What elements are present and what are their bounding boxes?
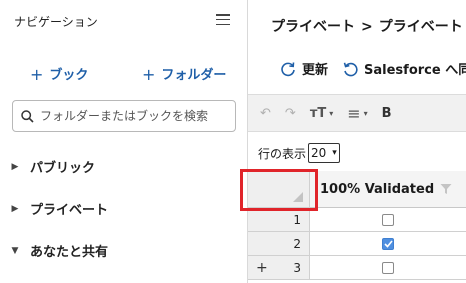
checkmark-icon xyxy=(383,239,393,248)
salesforce-sync-label: Salesforce へ同 xyxy=(364,63,466,78)
checkbox[interactable] xyxy=(382,213,394,226)
tree-item-private[interactable]: ▶ プライベート xyxy=(10,199,108,218)
main-panel: プライベート > プライベート 更新 Salesforce へ同 ↶ ↷ тT ▾ ≡… xyxy=(248,0,466,283)
breadcrumb-separator: > xyxy=(361,19,373,35)
add-folder-label: フォルダー xyxy=(161,68,227,83)
text-size-button[interactable]: тT ▾ xyxy=(310,106,333,121)
add-book-label: ブック xyxy=(49,68,89,83)
breadcrumb-item[interactable]: プライベート xyxy=(379,19,463,35)
undo-icon: ↶ xyxy=(260,105,271,121)
refresh-button[interactable]: 更新 xyxy=(280,59,328,78)
tree-item-label: プライベート xyxy=(30,203,109,218)
chevron-right-icon: ▶ xyxy=(11,161,19,172)
checkbox[interactable] xyxy=(382,261,394,274)
chevron-down-icon: ▾ xyxy=(363,108,368,118)
add-book-button[interactable]: + ブック xyxy=(30,64,89,84)
tree-item-public[interactable]: ▶ パブリック xyxy=(10,157,95,176)
column-header-label: 100% Validated xyxy=(320,181,435,197)
add-folder-button[interactable]: + フォルダー xyxy=(142,64,227,84)
redo-button[interactable]: ↷ xyxy=(285,106,296,121)
checkbox-cell[interactable] xyxy=(310,256,466,280)
chevron-down-icon: ▾ xyxy=(332,148,337,158)
rows-per-page-control: 行の表示 20 ▾ xyxy=(258,143,340,163)
align-icon: ≡ xyxy=(347,103,361,123)
sync-back-icon xyxy=(343,62,358,76)
row-number[interactable]: 2 xyxy=(248,232,310,256)
row-number[interactable]: +3 xyxy=(248,256,310,280)
table-row: +3 xyxy=(248,256,466,280)
rows-label: 行の表示 xyxy=(258,146,307,161)
breadcrumb: プライベート > プライベート xyxy=(271,16,463,36)
checkbox-cell[interactable] xyxy=(310,208,466,232)
tree-item-label: パブリック xyxy=(30,161,96,176)
salesforce-sync-button[interactable]: Salesforce へ同 xyxy=(342,59,466,78)
plus-icon: + xyxy=(142,65,156,84)
redo-icon: ↷ xyxy=(284,105,296,121)
row-number-label: 3 xyxy=(293,261,301,275)
refresh-label: 更新 xyxy=(302,63,329,78)
formatting-toolbar: ↶ ↷ тT ▾ ≡ ▾ B xyxy=(248,94,466,132)
filter-icon[interactable] xyxy=(440,183,452,195)
add-row-icon[interactable]: + xyxy=(256,256,268,280)
action-bar: 更新 Salesforce へ同 xyxy=(280,59,466,78)
search-box[interactable] xyxy=(12,100,236,132)
navigation-sidebar: ナビゲーション + ブック + フォルダー ▶ パブリック ▶ プライベート ▼ あなたと… xyxy=(0,0,248,283)
table-row: 1 xyxy=(248,208,466,232)
breadcrumb-item[interactable]: プライベート xyxy=(271,19,355,35)
search-icon xyxy=(21,109,34,123)
hamburger-menu-icon[interactable] xyxy=(216,14,230,25)
chevron-right-icon: ▶ xyxy=(11,203,19,214)
rows-value: 20 xyxy=(311,146,327,160)
row-number-label: 2 xyxy=(293,237,301,251)
plus-icon: + xyxy=(30,65,44,84)
text-size-icon: тT xyxy=(309,105,327,121)
tree-item-label: あなたと共有 xyxy=(30,245,109,260)
refresh-icon xyxy=(281,61,295,76)
table-row: 2 xyxy=(248,232,466,256)
tree-item-shared-with-you[interactable]: ▼ あなたと共有 xyxy=(10,241,108,260)
row-number-label: 1 xyxy=(293,213,301,227)
row-number[interactable]: 1 xyxy=(248,208,310,232)
bold-button[interactable]: B xyxy=(382,106,392,121)
bold-icon: B xyxy=(381,105,392,121)
sidebar-title: ナビゲーション xyxy=(14,15,98,29)
checkbox-checked[interactable] xyxy=(382,237,394,250)
search-input[interactable] xyxy=(40,109,230,123)
chevron-down-icon: ▾ xyxy=(329,108,334,118)
align-button[interactable]: ≡ ▾ xyxy=(347,104,367,123)
undo-button[interactable]: ↶ xyxy=(260,106,271,121)
chevron-down-icon: ▼ xyxy=(11,245,19,256)
highlight-box xyxy=(240,169,318,211)
column-header[interactable]: 100% Validated xyxy=(310,171,466,208)
rows-per-page-select[interactable]: 20 ▾ xyxy=(308,143,340,163)
checkbox-cell[interactable] xyxy=(310,232,466,256)
